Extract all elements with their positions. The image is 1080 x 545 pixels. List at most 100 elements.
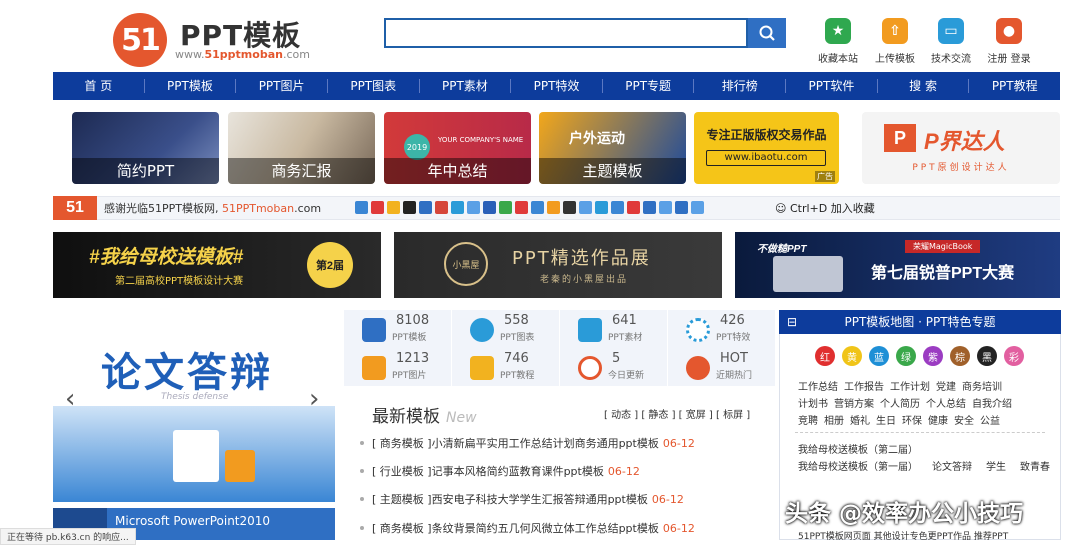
list-item-category[interactable]: [ 行业模板 ]: [372, 463, 432, 479]
search-input[interactable]: [384, 18, 748, 48]
topic-tag[interactable]: 营销方案: [834, 395, 874, 410]
color-filter-purple[interactable]: 紫: [923, 346, 943, 366]
promo-alma-mater-contest[interactable]: #我给母校送模板# 第二届高校PPT模板设计大赛 第2届: [53, 232, 381, 298]
color-filter-colorful[interactable]: 彩: [1004, 346, 1024, 366]
topic-tag[interactable]: 相册: [824, 412, 844, 427]
promo-ppt-showcase[interactable]: 小黑屋 PPT精选作品展 老秦的小黑屋出品: [394, 232, 722, 298]
share-mail-icon[interactable]: [579, 201, 592, 214]
nav-ppt-tutorials[interactable]: PPT教程: [969, 79, 1060, 93]
topic-tag[interactable]: 工作报告: [844, 378, 884, 393]
list-item-title[interactable]: 记事本风格简约蓝教育课件ppt模板: [432, 463, 604, 479]
search-button[interactable]: [748, 18, 786, 48]
topic-tag[interactable]: 竞聘: [798, 412, 818, 427]
list-item[interactable]: [ 主题模板 ] 西安电子科技大学学生汇报答辩通用ppt模板 06-12: [360, 491, 684, 507]
share-dark-icon[interactable]: [563, 201, 576, 214]
nav-ppt-topics[interactable]: PPT专题: [603, 79, 695, 93]
tile-theme-templates[interactable]: 户外运动 主题模板: [539, 112, 686, 184]
topic-tag[interactable]: 健康: [928, 412, 948, 427]
bookmark-shortcut[interactable]: ☺ Ctrl+D 加入收藏: [775, 200, 875, 216]
tile-pjie-daren[interactable]: P P界达人 PPT原创设计达人: [862, 112, 1060, 184]
topic-tag[interactable]: 商务培训: [962, 378, 1002, 393]
share-baidu-icon[interactable]: [451, 201, 464, 214]
stat-today-updates[interactable]: 5 今日更新: [560, 348, 667, 386]
share-more-icon[interactable]: [691, 201, 704, 214]
stat-ppt-materials[interactable]: 641 PPT素材: [560, 310, 667, 348]
share-red-icon[interactable]: [515, 201, 528, 214]
special-link[interactable]: 论文答辩: [932, 458, 972, 473]
color-filter-brown[interactable]: 棕: [950, 346, 970, 366]
topic-tag[interactable]: 生日: [876, 412, 896, 427]
stat-ppt-tutorials[interactable]: 746 PPT教程: [452, 348, 559, 386]
nav-ppt-software[interactable]: PPT软件: [786, 79, 878, 93]
favorite-site-action[interactable]: ★ 收藏本站: [808, 18, 868, 65]
slider-next-arrow[interactable]: ›: [309, 384, 319, 414]
tile-mid-year-summary[interactable]: 2019 YOUR COMPANY'S NAME 年中总结: [384, 112, 531, 184]
stat-ppt-effects[interactable]: 426 PPT特效: [668, 310, 775, 348]
nav-ppt-materials[interactable]: PPT素材: [420, 79, 512, 93]
color-filter-black[interactable]: 黑: [977, 346, 997, 366]
share-bird-icon[interactable]: [659, 201, 672, 214]
list-item-title[interactable]: 条纹背景简约五几何风微立体工作总结ppt模板: [432, 520, 659, 536]
upload-template-action[interactable]: ⇧ 上传模板: [865, 18, 925, 65]
nav-ppt-charts[interactable]: PPT图表: [328, 79, 420, 93]
share-sohu-icon[interactable]: [467, 201, 480, 214]
topic-tag[interactable]: 婚礼: [850, 412, 870, 427]
share-orange-icon[interactable]: [547, 201, 560, 214]
list-item-title[interactable]: 小清新扁平实用工作总结计划商务通用ppt模板: [432, 435, 659, 451]
topic-tag[interactable]: 工作总结: [798, 378, 838, 393]
topic-tag[interactable]: 环保: [902, 412, 922, 427]
list-item[interactable]: [ 商务模板 ] 小清新扁平实用工作总结计划商务通用ppt模板 06-12: [360, 435, 695, 451]
topic-tag[interactable]: 党建: [936, 378, 956, 393]
share-renren-icon[interactable]: [419, 201, 432, 214]
share-blue-icon[interactable]: [531, 201, 544, 214]
share-star-icon[interactable]: [387, 201, 400, 214]
color-filter-blue[interactable]: 蓝: [869, 346, 889, 366]
share-heart-icon[interactable]: [627, 201, 640, 214]
tech-exchange-action[interactable]: ▭ 技术交流: [921, 18, 981, 65]
list-item-category[interactable]: [ 商务模板 ]: [372, 520, 432, 536]
topic-tag[interactable]: 计划书: [798, 395, 828, 410]
share-qq-icon[interactable]: [403, 201, 416, 214]
list-item-category[interactable]: [ 主题模板 ]: [372, 491, 432, 507]
topic-tag[interactable]: 公益: [980, 412, 1000, 427]
nav-ppt-images[interactable]: PPT图片: [236, 79, 328, 93]
special-link[interactable]: 学生: [986, 458, 1006, 473]
topic-tag[interactable]: 自我介绍: [972, 395, 1012, 410]
topic-tag[interactable]: 安全: [954, 412, 974, 427]
ad-ibaotu[interactable]: 专注正版版权交易作品 www.ibaotu.com 广告: [694, 112, 839, 184]
color-filter-red[interactable]: 红: [815, 346, 835, 366]
nav-ranking[interactable]: 排行榜: [694, 79, 787, 93]
special-link[interactable]: 致青春: [1020, 458, 1050, 473]
nav-home[interactable]: 首 页: [53, 79, 145, 93]
share-weibo-icon[interactable]: [371, 201, 384, 214]
topic-tag[interactable]: 工作计划: [890, 378, 930, 393]
share-window-icon[interactable]: [595, 201, 608, 214]
share-paw-icon[interactable]: [483, 201, 496, 214]
nav-search[interactable]: 搜 索: [878, 79, 970, 93]
nav-ppt-effects[interactable]: PPT特效: [511, 79, 603, 93]
share-douban-icon[interactable]: [499, 201, 512, 214]
stat-ppt-templates[interactable]: 8108 PPT模板: [344, 310, 451, 348]
share-email-icon[interactable]: [675, 201, 688, 214]
tile-business-report[interactable]: 商务汇报: [228, 112, 375, 184]
share-triangle-icon[interactable]: [643, 201, 656, 214]
nav-ppt-templates[interactable]: PPT模板: [145, 79, 237, 93]
stat-recent-hot[interactable]: HOT 近期热门: [668, 348, 775, 386]
latest-filter-tabs[interactable]: [ 动态 ] [ 静态 ] [ 宽屏 ] [ 标屏 ]: [604, 406, 750, 421]
special-link[interactable]: 我给母校送模板（第二届）: [798, 441, 918, 456]
list-item[interactable]: [ 行业模板 ] 记事本风格简约蓝教育课件ppt模板 06-12: [360, 463, 640, 479]
share-qzone-icon[interactable]: [355, 201, 368, 214]
list-item[interactable]: [ 商务模板 ] 条纹背景简约五几何风微立体工作总结ppt模板 06-12: [360, 520, 695, 536]
sidebar-bottom-links[interactable]: 51PPT模板网页面 其他设计专色更PPT作品 推荐PPT: [798, 529, 1008, 542]
register-login-action[interactable]: ● 注册 登录: [979, 18, 1039, 65]
site-logo-mark[interactable]: 51: [113, 13, 167, 67]
topic-tag[interactable]: 个人简历: [880, 395, 920, 410]
color-filter-yellow[interactable]: 黄: [842, 346, 862, 366]
topic-tag[interactable]: 个人总结: [926, 395, 966, 410]
slider-prev-arrow[interactable]: ‹: [65, 384, 75, 414]
color-filter-green[interactable]: 绿: [896, 346, 916, 366]
share-note-icon[interactable]: [611, 201, 624, 214]
share-kaixin-icon[interactable]: [435, 201, 448, 214]
stat-ppt-images[interactable]: 1213 PPT图片: [344, 348, 451, 386]
list-item-category[interactable]: [ 商务模板 ]: [372, 435, 432, 451]
